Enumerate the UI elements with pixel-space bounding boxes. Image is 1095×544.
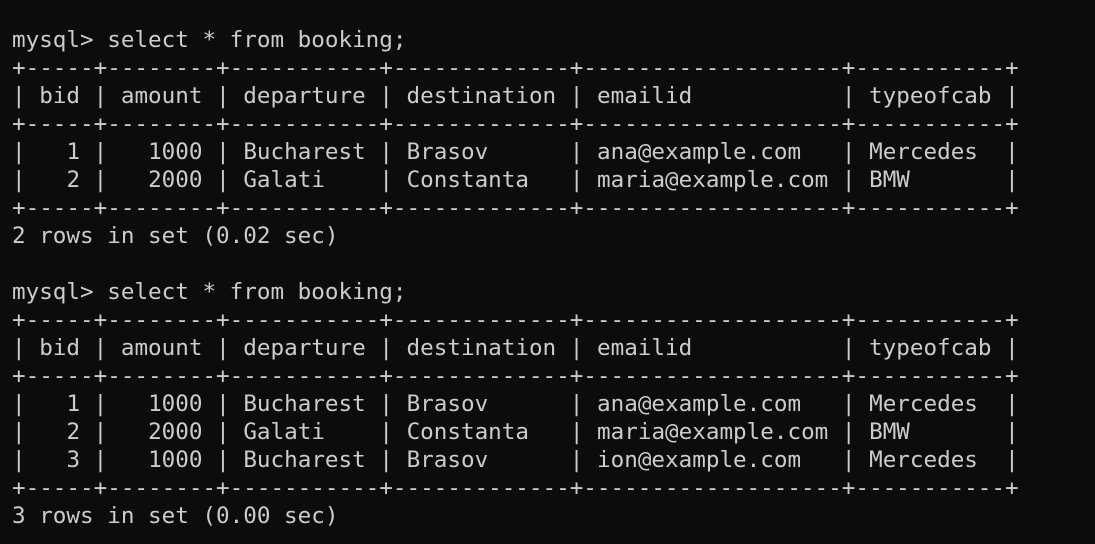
table-cell: Bucharest (243, 447, 366, 473)
table-cell: Mercedes (869, 391, 978, 417)
table-cell: Bucharest (243, 391, 366, 417)
table-row: | 3 | 1000 | Bucharest | Brasov | ion@ex… (12, 447, 1019, 473)
column-header: emailid (596, 83, 693, 109)
table-border: +-----+--------+-----------+------------… (12, 55, 1019, 81)
column-header: typeofcab (869, 335, 992, 361)
table-cell: Constanta (406, 419, 529, 445)
column-header: bid (39, 83, 81, 109)
table-border: +-----+--------+-----------+------------… (12, 307, 1019, 333)
table-cell: Galati (243, 167, 325, 193)
table-row: | 2 | 2000 | Galati | Constanta | maria@… (12, 167, 1019, 193)
prompt: mysql> (12, 27, 94, 53)
table-cell: 1000 (148, 391, 203, 417)
table-header-row: | bid | amount | departure | destination… (12, 335, 1019, 361)
table-cell: Mercedes (869, 447, 978, 473)
table-border: +-----+--------+-----------+------------… (12, 363, 1019, 389)
table-cell: BMW (869, 167, 910, 193)
table-cell: 1 (66, 139, 81, 165)
table-cell: 2 (66, 419, 81, 445)
column-header: bid (39, 335, 81, 361)
result-footer: 3 rows in set (0.00 sec) (12, 503, 339, 529)
terminal-output[interactable]: mysql> select * from booking; +-----+----… (12, 26, 1019, 530)
table-cell: 2000 (148, 419, 203, 445)
command-line: mysql> select * from booking; (12, 278, 1019, 306)
table-cell: Brasov (406, 447, 489, 473)
table-cell: 1000 (148, 139, 203, 165)
command-text: select * from booking; (107, 27, 407, 53)
table-cell: BMW (869, 419, 910, 445)
column-header: departure (243, 335, 366, 361)
prompt: mysql> (12, 279, 94, 305)
table-row: | 2 | 2000 | Galati | Constanta | maria@… (12, 419, 1019, 445)
table-cell: Constanta (406, 167, 529, 193)
column-header: destination (406, 83, 557, 109)
table-cell: 2 (66, 167, 81, 193)
table-cell: ana@example.com (597, 139, 802, 165)
table-border: +-----+--------+-----------+------------… (12, 195, 1019, 221)
table-cell: Brasov (406, 391, 489, 417)
column-header: typeofcab (869, 83, 992, 109)
command-line: mysql> select * from booking; (12, 26, 1019, 54)
table-border: +-----+--------+-----------+------------… (12, 111, 1019, 137)
table-cell: 2000 (148, 167, 203, 193)
column-header: destination (406, 335, 557, 361)
table-cell: 1000 (148, 447, 203, 473)
result-footer: 2 rows in set (0.02 sec) (12, 223, 339, 249)
table-header-row: | bid | amount | departure | destination… (12, 83, 1019, 109)
column-header: departure (243, 83, 366, 109)
table-row: | 1 | 1000 | Bucharest | Brasov | ana@ex… (12, 391, 1019, 417)
table-cell: 3 (66, 447, 81, 473)
table-cell: Galati (243, 419, 325, 445)
column-header: amount (120, 83, 203, 109)
command-text: select * from booking; (107, 279, 407, 305)
table-cell: maria@example.com (597, 167, 829, 193)
table-cell: Brasov (406, 139, 489, 165)
table-cell: ion@example.com (597, 447, 802, 473)
column-header: amount (120, 335, 203, 361)
table-cell: Bucharest (243, 139, 366, 165)
column-header: emailid (596, 335, 693, 361)
table-border: +-----+--------+-----------+------------… (12, 475, 1019, 501)
table-cell: maria@example.com (597, 419, 829, 445)
table-cell: ana@example.com (597, 391, 802, 417)
table-cell: Mercedes (869, 139, 978, 165)
table-cell: 1 (66, 391, 81, 417)
table-row: | 1 | 1000 | Bucharest | Brasov | ana@ex… (12, 139, 1019, 165)
